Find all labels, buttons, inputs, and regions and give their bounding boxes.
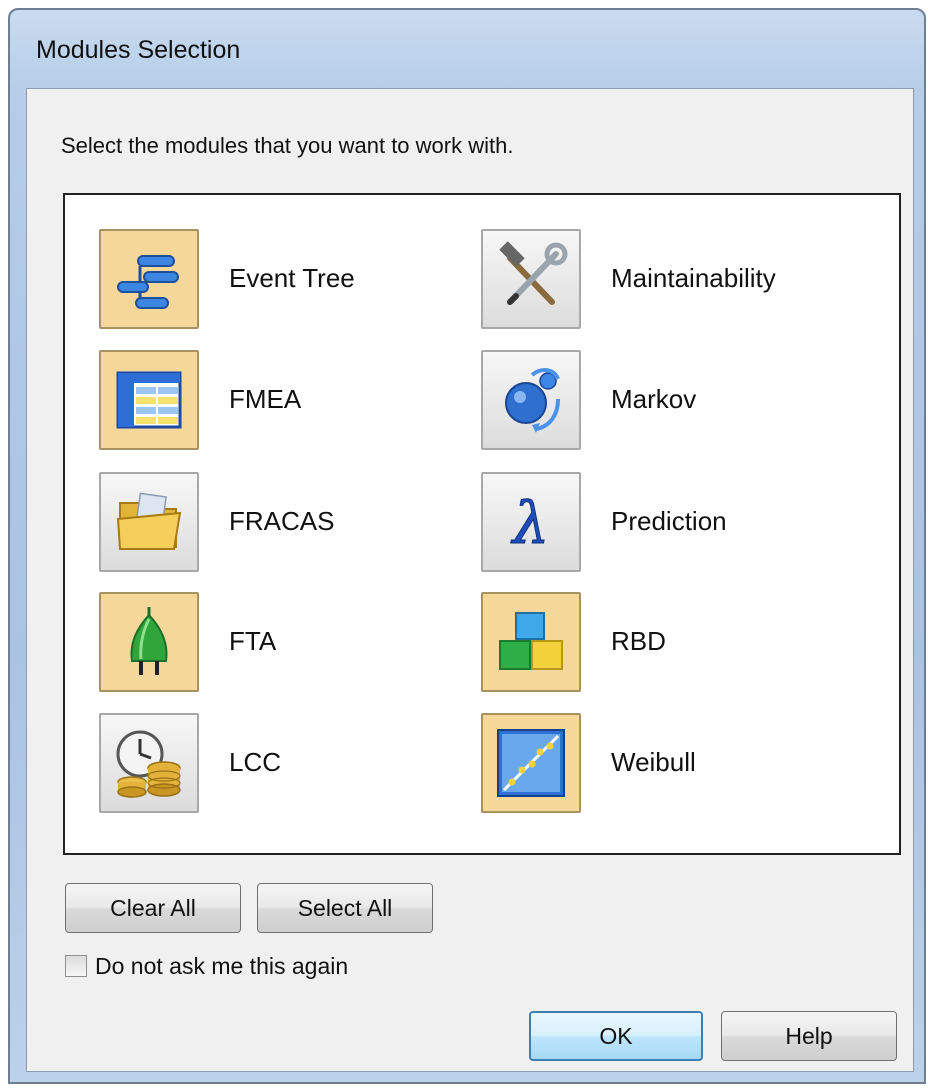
clock-coins-icon xyxy=(116,730,181,798)
hammer-wrench-icon xyxy=(499,241,568,305)
module-lcc[interactable]: LCC xyxy=(99,713,459,817)
module-tile[interactable] xyxy=(99,350,199,450)
select-all-button[interactable]: Select All xyxy=(257,883,433,933)
module-tile[interactable] xyxy=(99,229,199,329)
blocks-icon xyxy=(499,612,563,670)
module-weibull[interactable]: Weibull xyxy=(481,713,841,817)
module-rbd[interactable]: RBD xyxy=(481,592,841,696)
folder-icon xyxy=(116,492,182,550)
module-label: Maintainability xyxy=(611,263,776,293)
dont-ask-again-row: Do not ask me this again xyxy=(65,951,348,981)
module-fmea[interactable]: FMEA xyxy=(99,350,459,454)
module-label: Prediction xyxy=(611,506,727,536)
module-label: Event Tree xyxy=(229,263,355,293)
dialog-title: Modules Selection xyxy=(36,36,241,64)
ok-button[interactable]: OK xyxy=(529,1011,703,1061)
dialog-body: Select the modules that you want to work… xyxy=(26,88,914,1072)
modules-selection-dialog: Modules Selection Select the modules tha… xyxy=(8,8,926,1084)
module-fracas[interactable]: FRACAS xyxy=(99,472,459,576)
module-maintainability[interactable]: Maintainability xyxy=(481,229,841,333)
markov-sphere-icon xyxy=(505,368,560,433)
module-tile[interactable]: λ xyxy=(481,472,581,572)
module-tile[interactable] xyxy=(99,713,199,813)
svg-text:λ: λ xyxy=(511,489,550,557)
dont-ask-again-label[interactable]: Do not ask me this again xyxy=(95,953,348,980)
event-tree-icon xyxy=(117,255,179,309)
help-button[interactable]: Help xyxy=(721,1011,897,1061)
module-markov[interactable]: Markov xyxy=(481,350,841,454)
fmea-table-icon xyxy=(116,371,182,429)
module-label: FTA xyxy=(229,626,277,656)
module-label: Markov xyxy=(611,384,697,414)
title-bar[interactable]: Modules Selection xyxy=(10,10,924,88)
fault-tree-plug-icon xyxy=(130,607,168,675)
instruction-text: Select the modules that you want to work… xyxy=(61,133,514,158)
module-tile[interactable] xyxy=(99,592,199,692)
module-label: Weibull xyxy=(611,747,696,777)
lambda-icon: λ xyxy=(510,489,550,558)
dont-ask-again-checkbox[interactable] xyxy=(65,955,87,977)
module-event-tree[interactable]: Event Tree xyxy=(99,229,459,333)
module-prediction[interactable]: λ Prediction xyxy=(481,472,841,576)
module-label: FMEA xyxy=(229,384,302,414)
module-fta[interactable]: FTA xyxy=(99,592,459,696)
module-tile[interactable] xyxy=(99,472,199,572)
clear-all-button[interactable]: Clear All xyxy=(65,883,241,933)
module-label: RBD xyxy=(611,626,666,656)
weibull-plot-icon xyxy=(497,729,565,797)
module-tile[interactable] xyxy=(481,229,581,329)
module-tile[interactable] xyxy=(481,350,581,450)
module-tile[interactable] xyxy=(481,713,581,813)
module-label: LCC xyxy=(229,747,282,777)
module-list-panel: Event Tree FMEA FRACAS FTA LCC Maintaina… xyxy=(63,193,901,855)
module-label: FRACAS xyxy=(229,506,335,536)
module-tile[interactable] xyxy=(481,592,581,692)
